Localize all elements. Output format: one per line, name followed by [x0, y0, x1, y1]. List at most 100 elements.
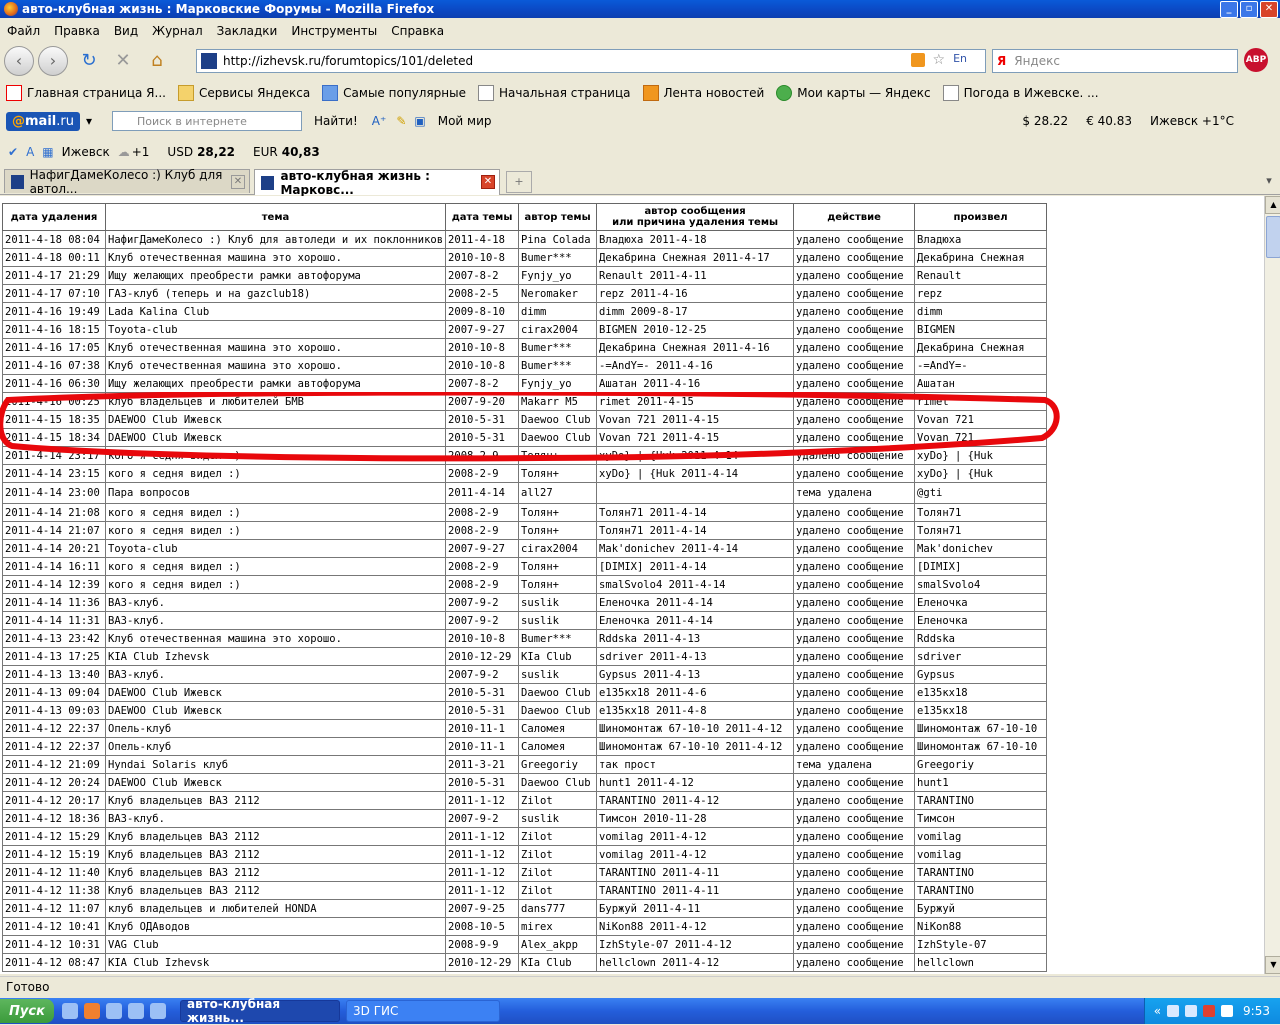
stop-icon[interactable]: ✕ — [110, 48, 136, 74]
tray-language-icon[interactable] — [1221, 1005, 1234, 1017]
maximize-button[interactable]: ▫ — [1240, 1, 1258, 18]
eur-label[interactable]: EUR — [253, 145, 278, 159]
window-titlebar: авто-клубная жизнь : Марковские Форумы -… — [0, 0, 1280, 18]
tray-expand[interactable]: « — [1154, 1004, 1161, 1018]
tab-list-icon[interactable]: ▾ — [1262, 171, 1276, 191]
bookmark-star-icon[interactable]: ☆ — [932, 52, 945, 68]
vertical-scrollbar[interactable]: ▲ ▼ — [1264, 196, 1280, 974]
cell-topic-author: KIa Club — [518, 647, 598, 666]
cell-message-author: rimet 2011-4-15 — [596, 392, 795, 411]
minimize-button[interactable]: _ — [1220, 1, 1238, 18]
adblock-icon[interactable]: ABP — [1244, 48, 1268, 72]
quicklaunch-firefox-icon[interactable] — [84, 1003, 100, 1019]
tab-nafig[interactable]: НафигДамеКолесо :) Клуб для автол... ✕ — [4, 168, 250, 196]
cell-performed-by: rimet — [914, 392, 1048, 411]
cell-topic-author: Daewoo Club — [518, 683, 598, 702]
cell-topic-date: 2011-3-21 — [445, 755, 520, 774]
table-row: 2011-4-12 11:38 Клуб владельцев ВАЗ 2112 2… — [2, 881, 1048, 900]
menu-view[interactable]: Вид — [107, 24, 145, 38]
apps-icon[interactable]: ▦ — [42, 145, 53, 159]
cell-topic-date: 2008-2-9 — [445, 521, 520, 540]
myworld-button[interactable]: Мой мир — [438, 114, 492, 128]
mailru-toolbar: @mail.ru ▾ Поиск в интернете Найти! A⁺ ✎… — [0, 106, 1280, 136]
rss-icon[interactable] — [911, 53, 925, 67]
reload-icon[interactable]: ↻ — [76, 48, 102, 74]
bookmark-item[interactable]: Сервисы Яндекса — [177, 85, 310, 101]
cell-topic-date: 2007-8-2 — [445, 374, 520, 393]
close-window-button[interactable]: ✕ — [1260, 1, 1278, 18]
cell-performed-by: Ашатан — [914, 374, 1048, 393]
menu-edit[interactable]: Правка — [47, 24, 107, 38]
city-label[interactable]: Ижевск — [62, 145, 110, 159]
temperature[interactable]: +1 — [132, 145, 150, 159]
menu-history[interactable]: Журнал — [145, 24, 210, 38]
cell-performed-by: Шиномонтаж 67-10-10 — [914, 737, 1048, 756]
taskbar-item-firefox[interactable]: авто-клубная жизнь... — [180, 997, 340, 1025]
new-tab-button[interactable]: + — [506, 171, 532, 193]
scroll-up-icon[interactable]: ▲ — [1265, 196, 1280, 214]
bookmark-item[interactable]: Лента новостей — [642, 85, 764, 101]
menu-bookmarks[interactable]: Закладки — [210, 24, 285, 38]
cell-delete-date: 2011-4-16 19:49 — [2, 302, 106, 321]
taskbar-item-3d-gis[interactable]: 3D ГИС — [346, 1000, 500, 1022]
cell-delete-date: 2011-4-13 13:40 — [2, 665, 106, 684]
cell-delete-date: 2011-4-16 18:15 — [2, 320, 106, 339]
dropdown-icon[interactable]: ▾ — [86, 114, 92, 128]
rate-eur[interactable]: € 40.83 — [1086, 114, 1132, 128]
cell-action: удалено сообщение — [793, 881, 916, 900]
window-icon[interactable]: ▣ — [414, 114, 425, 128]
table-row: 2011-4-14 21:07 кого я седня видел :) 2008… — [2, 521, 1048, 540]
bookmark-item[interactable]: Главная страница Я... — [6, 85, 166, 101]
tab-close-icon[interactable]: ✕ — [481, 175, 495, 189]
cell-action: удалено сообщение — [793, 827, 916, 846]
cell-delete-date: 2011-4-14 21:08 — [2, 503, 106, 522]
mailru-search-input[interactable]: Поиск в интернете — [111, 111, 302, 131]
quicklaunch-app-icon[interactable] — [106, 1003, 122, 1019]
start-button[interactable]: Пуск — [0, 999, 54, 1023]
tray-network-icon[interactable] — [1167, 1005, 1180, 1017]
cell-action: удалено сообщение — [793, 935, 916, 954]
col-topic-author: автор темы — [518, 203, 598, 231]
cell-delete-date: 2011-4-17 07:10 — [2, 284, 106, 303]
tray-volume-icon[interactable] — [1185, 1005, 1198, 1017]
table-row: 2011-4-12 11:07 клуб владельцев и любител… — [2, 899, 1048, 918]
quicklaunch-app-icon[interactable] — [128, 1003, 144, 1019]
usd-label[interactable]: USD — [167, 145, 193, 159]
window-title: авто-клубная жизнь : Марковские Форумы -… — [22, 2, 435, 16]
check-icon[interactable]: ✔ — [8, 145, 18, 159]
cell-message-author: Тимсон 2010-11-28 — [596, 809, 795, 828]
translate-icon[interactable]: A — [26, 145, 34, 159]
cell-action: удалено сообщение — [793, 593, 916, 612]
menu-tools[interactable]: Инструменты — [284, 24, 384, 38]
weather-informer[interactable]: Ижевск +1°C — [1150, 114, 1234, 128]
bookmark-item[interactable]: Начальная страница — [477, 85, 631, 101]
mailru-logo[interactable]: @mail.ru — [6, 111, 80, 131]
menu-bar: Файл Правка Вид Журнал Закладки Инструме… — [0, 20, 1280, 42]
tray-antivirus-icon[interactable] — [1203, 1005, 1216, 1017]
scroll-thumb[interactable] — [1266, 216, 1280, 258]
search-bar[interactable]: Я Яндекс — [992, 49, 1238, 73]
yandex-icon[interactable]: Я — [997, 54, 1006, 68]
tab-close-icon[interactable]: ✕ — [231, 175, 245, 189]
highlight-icon[interactable]: ✎ — [396, 114, 406, 128]
cell-action: удалено сообщение — [793, 665, 916, 684]
back-button[interactable]: ‹ — [4, 46, 34, 76]
menu-help[interactable]: Справка — [384, 24, 451, 38]
text-tool-icon[interactable]: A⁺ — [372, 114, 387, 128]
find-button[interactable]: Найти! — [314, 114, 358, 128]
url-bar[interactable]: http://izhevsk.ru/forumtopics/101/delete… — [196, 49, 986, 73]
language-indicator[interactable]: En — [953, 52, 967, 65]
scroll-down-icon[interactable]: ▼ — [1265, 956, 1280, 974]
home-icon[interactable]: ⌂ — [144, 48, 170, 74]
cell-message-author: xyDo} | {Huk 2011-4-14 — [596, 464, 795, 483]
tab-avto-klub[interactable]: авто-клубная жизнь : Марковс... ✕ — [254, 169, 500, 197]
forward-button[interactable]: › — [38, 46, 68, 76]
bookmark-item[interactable]: Самые популярные — [322, 85, 466, 101]
quicklaunch-app-icon[interactable] — [62, 1003, 78, 1019]
rate-usd[interactable]: $ 28.22 — [1022, 114, 1068, 128]
cell-delete-date: 2011-4-17 21:29 — [2, 266, 106, 285]
bookmark-item[interactable]: Погода в Ижевске. ... — [942, 85, 1099, 101]
bookmark-item[interactable]: Мои карты — Яндекс — [776, 85, 931, 101]
menu-file[interactable]: Файл — [0, 24, 47, 38]
quicklaunch-app-icon[interactable] — [150, 1003, 166, 1019]
